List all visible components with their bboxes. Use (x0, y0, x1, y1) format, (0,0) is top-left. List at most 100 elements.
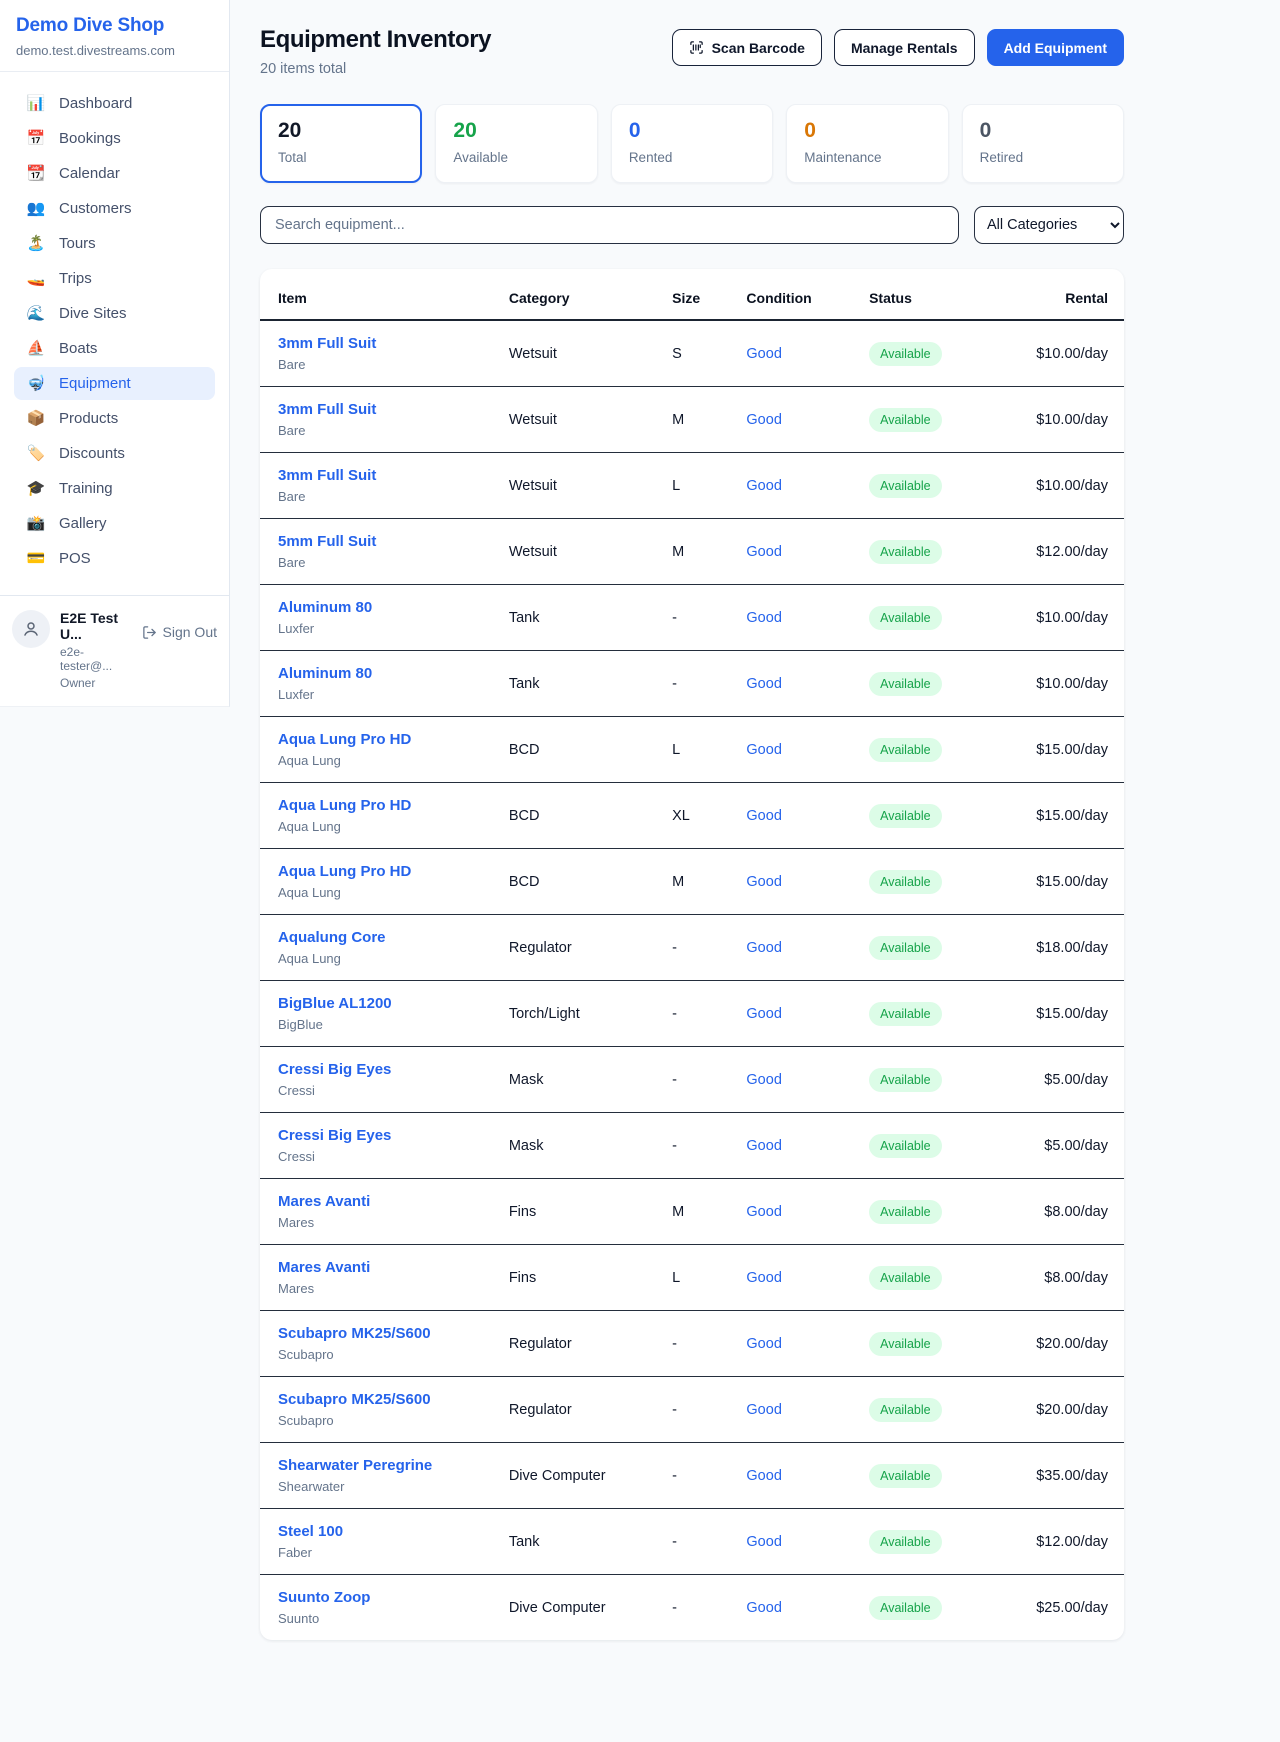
column-header-item: Item (260, 269, 509, 320)
sidebar-item-pos[interactable]: 💳 POS (14, 542, 215, 575)
rental-cell: $10.00/day (1016, 453, 1124, 519)
brand-name[interactable]: Demo Dive Shop (16, 15, 213, 37)
condition-link[interactable]: Good (746, 808, 781, 824)
item-name-link[interactable]: Mares Avanti (278, 1259, 509, 1276)
item-name-link[interactable]: 3mm Full Suit (278, 401, 509, 418)
sidebar-item-discounts[interactable]: 🏷️ Discounts (14, 437, 215, 470)
item-name-link[interactable]: Cressi Big Eyes (278, 1061, 509, 1078)
item-name-link[interactable]: Steel 100 (278, 1523, 509, 1540)
sidebar-item-label: Calendar (59, 165, 120, 182)
stat-card-available[interactable]: 20 Available (435, 104, 597, 183)
table-row: 3mm Full Suit Bare Wetsuit S Good Availa… (260, 320, 1124, 387)
item-name-link[interactable]: Shearwater Peregrine (278, 1457, 509, 1474)
status-badge: Available (869, 1530, 942, 1554)
sidebar-item-boats[interactable]: ⛵ Boats (14, 332, 215, 365)
size-cell: - (672, 981, 746, 1047)
item-name-link[interactable]: Aluminum 80 (278, 599, 509, 616)
sidebar-item-bookings[interactable]: 📅 Bookings (14, 122, 215, 155)
item-name-link[interactable]: Aqua Lung Pro HD (278, 863, 509, 880)
condition-link[interactable]: Good (746, 1270, 781, 1286)
stat-card-retired[interactable]: 0 Retired (962, 104, 1124, 183)
status-badge: Available (869, 1398, 942, 1422)
sidebar-item-label: Customers (59, 200, 132, 217)
condition-link[interactable]: Good (746, 478, 781, 494)
condition-link[interactable]: Good (746, 1138, 781, 1154)
condition-link[interactable]: Good (746, 874, 781, 890)
rental-cell: $20.00/day (1016, 1377, 1124, 1443)
condition-link[interactable]: Good (746, 1072, 781, 1088)
condition-link[interactable]: Good (746, 544, 781, 560)
sidebar-item-products[interactable]: 📦 Products (14, 402, 215, 435)
size-cell: - (672, 1047, 746, 1113)
sidebar-item-gallery[interactable]: 📸 Gallery (14, 507, 215, 540)
status-badge: Available (869, 1596, 942, 1620)
sidebar-item-customers[interactable]: 👥 Customers (14, 192, 215, 225)
item-name-link[interactable]: Aqua Lung Pro HD (278, 731, 509, 748)
status-badge: Available (869, 540, 942, 564)
item-name-link[interactable]: Cressi Big Eyes (278, 1127, 509, 1144)
item-name-link[interactable]: Suunto Zoop (278, 1589, 509, 1606)
condition-link[interactable]: Good (746, 346, 781, 362)
stat-card-rented[interactable]: 0 Rented (611, 104, 773, 183)
item-name-link[interactable]: 5mm Full Suit (278, 533, 509, 550)
sidebar-item-dive-sites[interactable]: 🌊 Dive Sites (14, 297, 215, 330)
graduation-cap-icon: 🎓 (26, 481, 46, 496)
condition-link[interactable]: Good (746, 412, 781, 428)
manage-rentals-button[interactable]: Manage Rentals (834, 29, 975, 66)
condition-link[interactable]: Good (746, 1006, 781, 1022)
scan-barcode-button[interactable]: Scan Barcode (672, 29, 822, 66)
sidebar-item-training[interactable]: 🎓 Training (14, 472, 215, 505)
condition-link[interactable]: Good (746, 1534, 781, 1550)
category-cell: Wetsuit (509, 453, 672, 519)
sidebar-item-label: Discounts (59, 445, 125, 462)
category-cell: Wetsuit (509, 519, 672, 585)
category-cell: Tank (509, 651, 672, 717)
search-input[interactable] (260, 206, 959, 244)
condition-link[interactable]: Good (746, 1336, 781, 1352)
status-badge: Available (869, 1200, 942, 1224)
sidebar-item-tours[interactable]: 🏝️ Tours (14, 227, 215, 260)
sign-out-icon (142, 625, 157, 640)
status-badge: Available (869, 1068, 942, 1092)
sidebar-item-trips[interactable]: 🚤 Trips (14, 262, 215, 295)
item-brand: Suunto (278, 1611, 509, 1626)
item-name-link[interactable]: Mares Avanti (278, 1193, 509, 1210)
stat-label: Available (453, 150, 579, 165)
item-name-link[interactable]: Aqua Lung Pro HD (278, 797, 509, 814)
stat-card-total[interactable]: 20 Total (260, 104, 422, 183)
credit-card-icon: 💳 (26, 551, 46, 566)
item-name-link[interactable]: 3mm Full Suit (278, 467, 509, 484)
item-name-link[interactable]: 3mm Full Suit (278, 335, 509, 352)
item-brand: Aqua Lung (278, 819, 509, 834)
category-cell: Wetsuit (509, 320, 672, 387)
sidebar-item-calendar[interactable]: 📆 Calendar (14, 157, 215, 190)
condition-link[interactable]: Good (746, 940, 781, 956)
add-equipment-button[interactable]: Add Equipment (987, 29, 1124, 66)
item-name-link[interactable]: Aluminum 80 (278, 665, 509, 682)
rental-cell: $12.00/day (1016, 519, 1124, 585)
condition-link[interactable]: Good (746, 1402, 781, 1418)
condition-link[interactable]: Good (746, 1600, 781, 1616)
brand-domain: demo.test.divestreams.com (16, 43, 213, 58)
stat-label: Retired (980, 150, 1106, 165)
item-name-link[interactable]: Scubapro MK25/S600 (278, 1391, 509, 1408)
item-name-link[interactable]: Scubapro MK25/S600 (278, 1325, 509, 1342)
category-filter-select[interactable]: All Categories (974, 206, 1124, 244)
sidebar-item-dashboard[interactable]: 📊 Dashboard (14, 87, 215, 120)
size-cell: - (672, 1311, 746, 1377)
condition-link[interactable]: Good (746, 1204, 781, 1220)
condition-link[interactable]: Good (746, 676, 781, 692)
condition-link[interactable]: Good (746, 610, 781, 626)
condition-link[interactable]: Good (746, 1468, 781, 1484)
condition-link[interactable]: Good (746, 742, 781, 758)
sidebar-item-equipment[interactable]: 🤿 Equipment (14, 367, 215, 400)
item-name-link[interactable]: BigBlue AL1200 (278, 995, 509, 1012)
sign-out-button[interactable]: Sign Out (142, 624, 217, 640)
status-badge: Available (869, 870, 942, 894)
stat-card-maintenance[interactable]: 0 Maintenance (786, 104, 948, 183)
column-header-rental: Rental (1016, 269, 1124, 320)
item-name-link[interactable]: Aqualung Core (278, 929, 509, 946)
item-brand: Luxfer (278, 687, 509, 702)
stat-value: 20 (278, 120, 404, 141)
rental-cell: $15.00/day (1016, 783, 1124, 849)
